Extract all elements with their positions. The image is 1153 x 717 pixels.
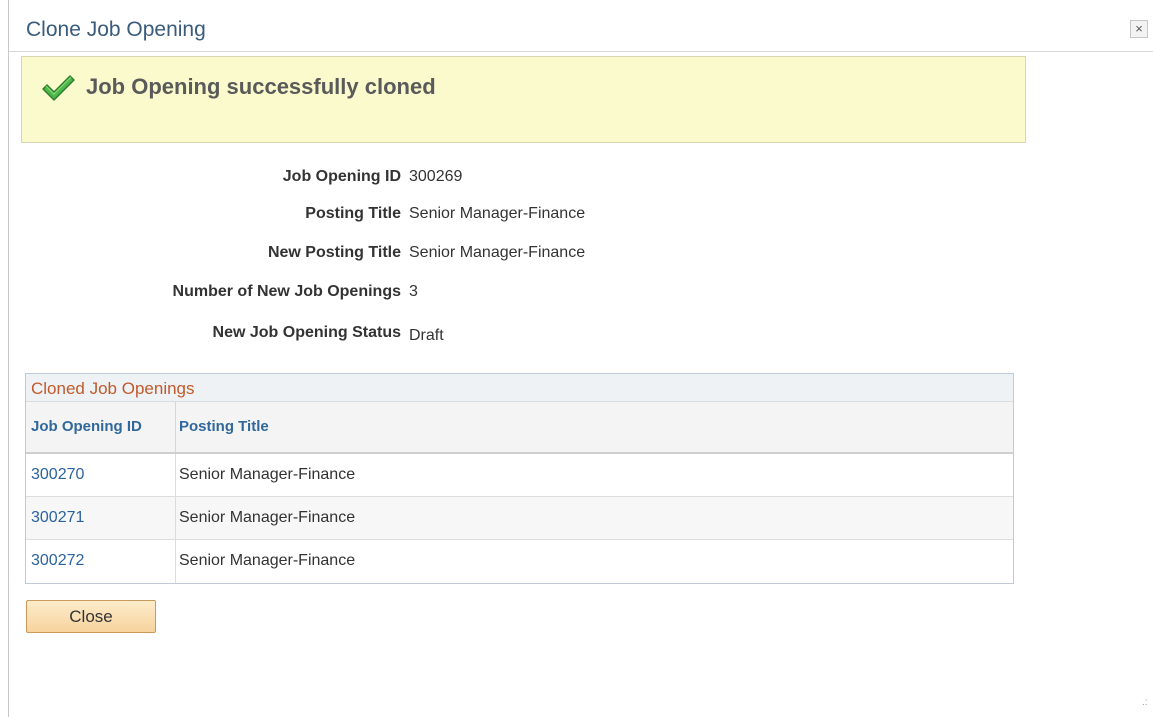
grid-title: Cloned Job Openings bbox=[31, 379, 195, 398]
job-opening-id-link[interactable]: 300270 bbox=[31, 466, 84, 484]
field-job-opening-id: Job Opening ID 300269 bbox=[9, 168, 609, 192]
posting-title-cell: Senior Manager-Finance bbox=[179, 509, 356, 526]
dialog-titlebar: Clone Job Opening × bbox=[9, 8, 1153, 52]
cloned-job-openings-grid: Cloned Job Openings Job Opening ID Posti… bbox=[25, 373, 1014, 584]
field-value: 3 bbox=[409, 283, 418, 300]
dialog-title: Clone Job Opening bbox=[26, 18, 206, 41]
field-label: New Posting Title bbox=[267, 244, 401, 261]
field-value: Senior Manager-Finance bbox=[409, 205, 586, 222]
field-value: Senior Manager-Finance bbox=[409, 244, 586, 261]
table-row: 300272 Senior Manager-Finance bbox=[26, 540, 1013, 583]
field-label: New Job Opening Status bbox=[212, 324, 401, 341]
field-value: Draft bbox=[409, 327, 444, 344]
table-row: 300271 Senior Manager-Finance bbox=[26, 497, 1013, 540]
resize-grip-icon[interactable]: .: bbox=[1142, 698, 1150, 712]
field-new-job-opening-status: New Job Opening Status Draft bbox=[9, 324, 609, 348]
field-posting-title: Posting Title Senior Manager-Finance bbox=[9, 205, 609, 229]
column-divider bbox=[175, 454, 176, 497]
grid-header-row: Job Opening ID Posting Title bbox=[26, 402, 1013, 454]
field-label: Posting Title bbox=[305, 205, 401, 222]
posting-title-cell: Senior Manager-Finance bbox=[179, 552, 356, 569]
field-label: Job Opening ID bbox=[282, 168, 401, 185]
field-new-posting-title: New Posting Title Senior Manager-Finance bbox=[9, 244, 609, 268]
close-button[interactable]: Close bbox=[26, 600, 156, 633]
column-header-posting-title[interactable]: Posting Title bbox=[179, 418, 269, 435]
success-message-text: Job Opening successfully cloned bbox=[86, 74, 436, 99]
field-label: Number of New Job Openings bbox=[172, 283, 401, 300]
column-divider bbox=[175, 497, 176, 540]
field-number-of-new-job-openings: Number of New Job Openings 3 bbox=[9, 283, 609, 307]
close-icon[interactable]: × bbox=[1130, 20, 1148, 38]
checkmark-icon bbox=[42, 75, 75, 101]
posting-title-cell: Senior Manager-Finance bbox=[179, 466, 356, 483]
job-opening-id-link[interactable]: 300271 bbox=[31, 509, 84, 527]
table-row: 300270 Senior Manager-Finance bbox=[26, 454, 1013, 497]
column-divider bbox=[175, 540, 176, 583]
column-divider bbox=[175, 402, 176, 452]
clone-job-opening-dialog: Clone Job Opening × Job Opening successf… bbox=[8, 0, 1153, 717]
field-value: 300269 bbox=[409, 168, 463, 185]
job-opening-id-link[interactable]: 300272 bbox=[31, 552, 84, 570]
success-message-box: Job Opening successfully cloned bbox=[21, 56, 1026, 143]
grid-title-bar: Cloned Job Openings bbox=[26, 374, 1013, 402]
column-header-job-opening-id[interactable]: Job Opening ID bbox=[31, 418, 142, 435]
